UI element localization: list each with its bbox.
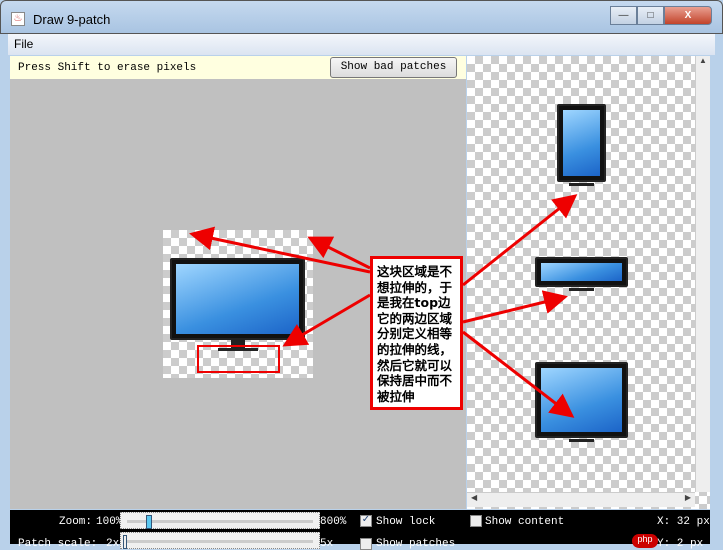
zoom-slider[interactable] [120, 512, 320, 529]
show-content-label: Show content [485, 516, 565, 528]
zoom-min: 100% [96, 516, 123, 528]
php-watermark: php [632, 534, 658, 548]
y-readout: Y: 2 px [657, 538, 704, 550]
annotation-arrows [189, 194, 578, 418]
patch-min: 2x [106, 538, 120, 550]
patch-max: 5x [320, 538, 334, 550]
status-bar: Zoom: 100% 800% ✓ Show lock Show content… [10, 510, 710, 550]
show-lock-label: Show lock [376, 516, 436, 528]
patch-scale-slider[interactable] [120, 532, 320, 549]
show-patches-label: Show patches [376, 538, 456, 550]
show-lock-checkbox[interactable]: ✓ [360, 515, 372, 527]
show-patches-checkbox[interactable] [360, 538, 372, 550]
zoom-label: Zoom: [59, 516, 93, 528]
x-readout: X: 32 px [657, 516, 710, 528]
show-content-checkbox[interactable] [470, 515, 482, 527]
zoom-max: 800% [320, 516, 347, 528]
patch-scale-label: Patch scale: [18, 538, 98, 550]
